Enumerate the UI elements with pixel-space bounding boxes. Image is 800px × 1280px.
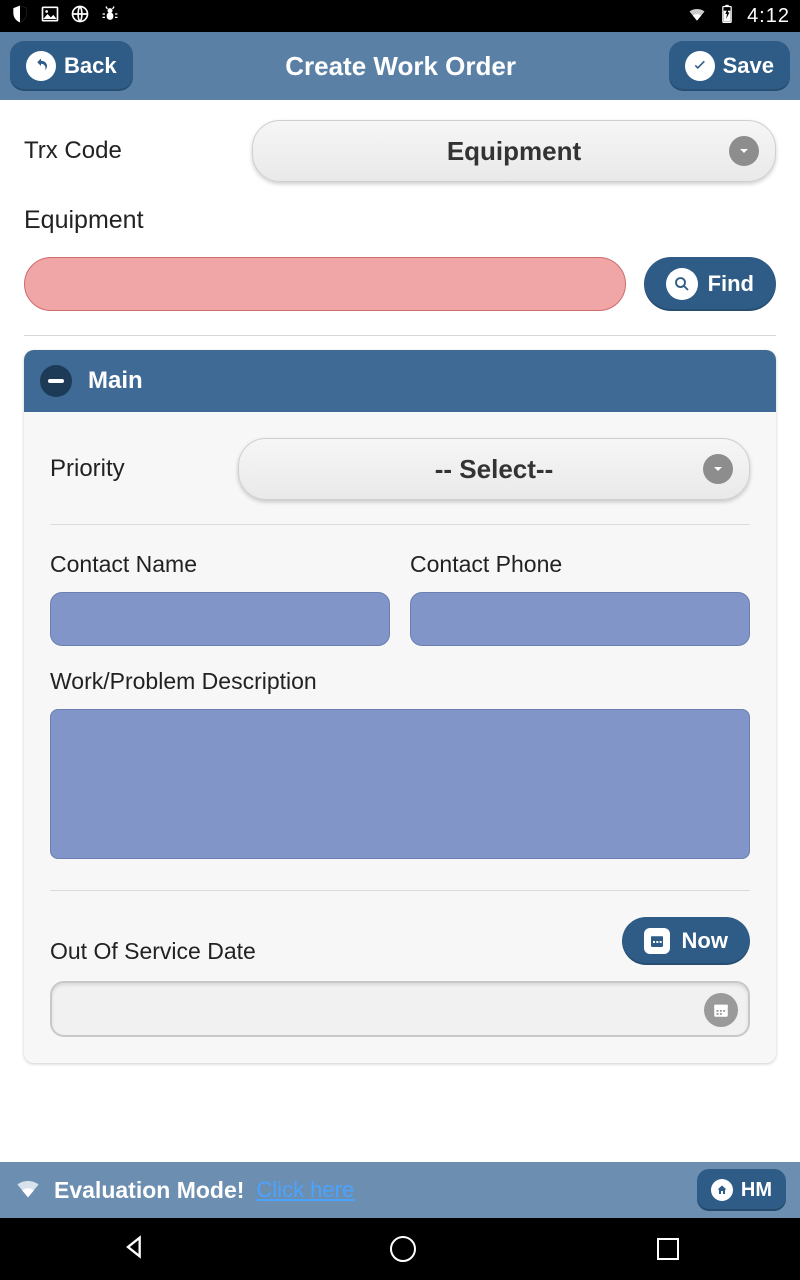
app-header: Back Create Work Order Save	[0, 32, 800, 100]
section-title: Main	[88, 367, 143, 395]
priority-label: Priority	[50, 455, 220, 483]
save-button[interactable]: Save	[669, 41, 790, 91]
clock-text: 4:12	[747, 5, 790, 28]
evaluation-text: Evaluation Mode!	[54, 1177, 244, 1204]
out-of-service-date-input[interactable]	[50, 981, 750, 1037]
nav-back-icon[interactable]	[121, 1233, 149, 1266]
equipment-label: Equipment	[24, 206, 776, 235]
contact-phone-label: Contact Phone	[410, 551, 750, 578]
chevron-down-icon	[703, 454, 733, 484]
equipment-input[interactable]	[24, 257, 626, 311]
priority-value: -- Select--	[435, 454, 553, 485]
find-button[interactable]: Find	[644, 257, 776, 311]
section-header[interactable]: Main	[24, 350, 776, 412]
contact-name-label: Contact Name	[50, 551, 390, 578]
divider	[50, 524, 750, 525]
back-button[interactable]: Back	[10, 41, 133, 91]
home-icon	[711, 1179, 733, 1201]
divider	[50, 890, 750, 891]
back-label: Back	[64, 53, 117, 79]
back-icon	[26, 51, 56, 81]
main-section: Main Priority -- Select-- Contact Name C…	[24, 350, 776, 1063]
out-of-service-label: Out Of Service Date	[50, 938, 256, 965]
contact-phone-input[interactable]	[410, 592, 750, 646]
collapse-icon	[40, 365, 72, 397]
evaluation-bar: Evaluation Mode! Click here HM	[0, 1162, 800, 1218]
hm-button[interactable]: HM	[697, 1169, 786, 1211]
trx-code-label: Trx Code	[24, 137, 234, 165]
check-icon	[685, 51, 715, 81]
wifi-icon	[687, 4, 707, 29]
shield-icon	[10, 4, 30, 29]
trx-code-value: Equipment	[447, 136, 581, 167]
wifi-icon	[14, 1174, 42, 1207]
description-label: Work/Problem Description	[50, 668, 750, 695]
divider	[24, 335, 776, 336]
battery-icon	[717, 4, 737, 29]
find-label: Find	[708, 271, 754, 297]
hm-label: HM	[741, 1179, 772, 1202]
calendar-icon	[704, 993, 738, 1027]
trx-code-dropdown[interactable]: Equipment	[252, 120, 776, 182]
globe-icon	[70, 4, 90, 29]
image-icon	[40, 4, 60, 29]
search-icon	[666, 268, 698, 300]
contact-name-input[interactable]	[50, 592, 390, 646]
description-textarea[interactable]	[50, 709, 750, 859]
nav-home-icon[interactable]	[390, 1236, 416, 1262]
android-statusbar: 4:12	[0, 0, 800, 32]
calendar-icon	[644, 928, 670, 954]
evaluation-link[interactable]: Click here	[256, 1177, 354, 1203]
now-button[interactable]: Now	[622, 917, 750, 965]
nav-recent-icon[interactable]	[657, 1238, 679, 1260]
page-title: Create Work Order	[133, 51, 669, 82]
chevron-down-icon	[729, 136, 759, 166]
bug-icon	[100, 4, 120, 29]
now-label: Now	[682, 928, 728, 954]
android-navbar	[0, 1218, 800, 1280]
priority-dropdown[interactable]: -- Select--	[238, 438, 750, 500]
save-label: Save	[723, 53, 774, 79]
